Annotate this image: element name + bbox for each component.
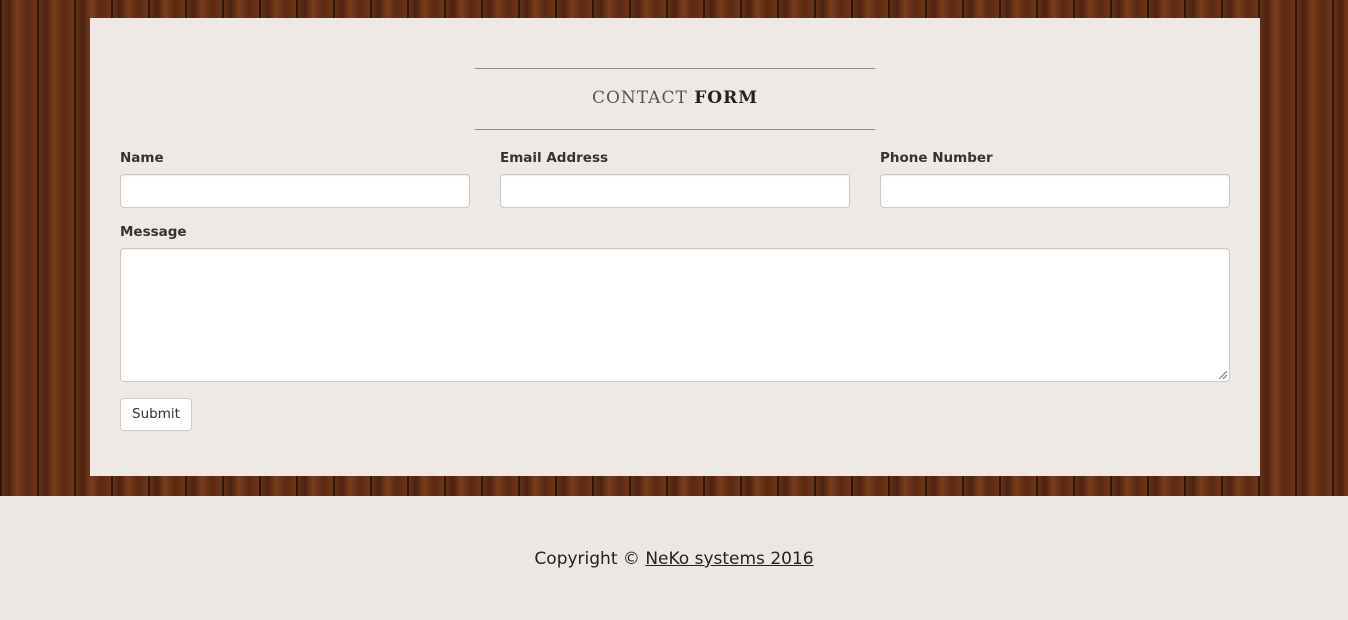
email-label: Email Address <box>500 150 609 166</box>
message-textarea[interactable] <box>120 248 1230 382</box>
footer: Copyright © NeKo systems 2016 <box>0 496 1348 620</box>
form-title: CONTACT FORM <box>475 88 875 108</box>
message-label: Message <box>120 224 187 240</box>
copyright-prefix: Copyright © <box>534 549 640 569</box>
form-title-light: CONTACT <box>591 88 688 108</box>
resize-grip-icon[interactable] <box>1219 371 1227 379</box>
phone-label: Phone Number <box>880 150 993 166</box>
name-label: Name <box>120 150 164 166</box>
form-title-block: CONTACT FORM <box>475 68 875 130</box>
name-input[interactable] <box>120 174 470 208</box>
copyright-text: Copyright © NeKo systems 2016 <box>0 549 1348 569</box>
contact-form-panel: CONTACT FORM Name Email Address Phone Nu… <box>90 18 1260 476</box>
neko-systems-link[interactable]: NeKo systems 2016 <box>645 549 813 569</box>
submit-button[interactable]: Submit <box>120 398 192 431</box>
form-title-strong: FORM <box>694 88 759 108</box>
phone-input[interactable] <box>880 174 1230 208</box>
email-input[interactable] <box>500 174 850 208</box>
